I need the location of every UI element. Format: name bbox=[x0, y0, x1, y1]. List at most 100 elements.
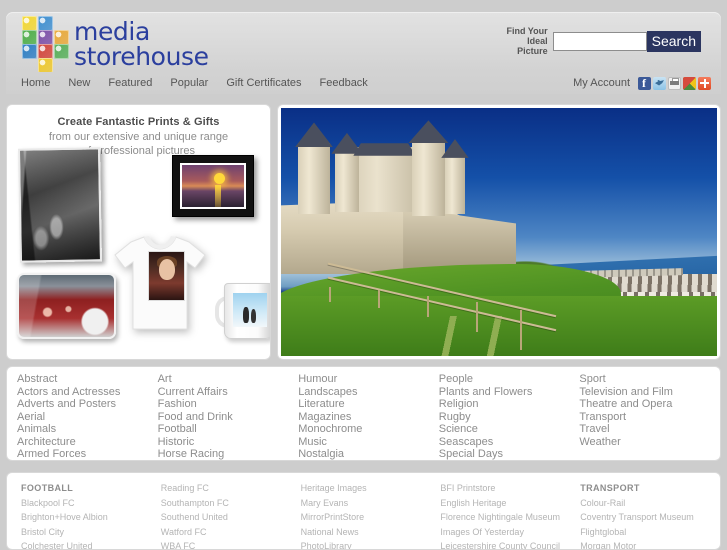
search-input[interactable] bbox=[552, 31, 647, 51]
site-logo[interactable]: media storehouse bbox=[22, 16, 209, 72]
category-link[interactable]: Travel bbox=[579, 423, 720, 436]
category-column: Sport Television and Film Theatre and Oper… bbox=[579, 373, 720, 461]
category-link[interactable]: Actors and Actresses bbox=[17, 386, 158, 399]
partner-link[interactable]: Blackpool FC bbox=[21, 496, 161, 511]
partner-link[interactable]: Southampton FC bbox=[161, 496, 301, 511]
partner-link[interactable]: Images Of Yesterday bbox=[440, 525, 580, 540]
category-link[interactable]: Nostalgia bbox=[298, 448, 439, 461]
partner-link[interactable]: National News bbox=[301, 525, 441, 540]
castle-roof-left bbox=[294, 122, 334, 148]
search-label-line-2: Ideal bbox=[527, 36, 548, 46]
partner-link[interactable]: Mary Evans bbox=[301, 496, 441, 511]
partner-link[interactable]: Florence Nightingale Museum bbox=[440, 510, 580, 525]
partner-link[interactable]: BFI Printstore bbox=[440, 481, 580, 496]
logo-line-1: media bbox=[74, 17, 150, 46]
category-link[interactable]: Historic bbox=[158, 436, 299, 449]
category-link[interactable]: Abstract bbox=[17, 373, 158, 386]
partner-heading: TRANSPORT bbox=[580, 483, 640, 493]
nav-item-feedback[interactable]: Feedback bbox=[311, 77, 377, 89]
logo-tiles-icon bbox=[22, 16, 70, 72]
category-link[interactable]: Adverts and Posters bbox=[17, 398, 158, 411]
category-columns: Abstract Actors and Actresses Adverts and … bbox=[7, 367, 720, 461]
category-link[interactable]: Transport bbox=[579, 411, 720, 424]
category-link[interactable]: Science bbox=[439, 423, 580, 436]
category-link[interactable]: People bbox=[439, 373, 580, 386]
logo-tile bbox=[38, 44, 53, 59]
category-link[interactable]: Music bbox=[298, 436, 439, 449]
nav-item-gift-certificates[interactable]: Gift Certificates bbox=[217, 77, 310, 89]
category-link[interactable]: Armed Forces bbox=[17, 448, 158, 461]
logo-tile bbox=[38, 58, 53, 72]
partner-column: TRANSPORT Colour-Rail Coventry Transport M… bbox=[580, 481, 720, 549]
partner-link[interactable]: Watford FC bbox=[161, 525, 301, 540]
category-link[interactable]: Rugby bbox=[439, 411, 580, 424]
facebook-icon[interactable] bbox=[638, 76, 651, 91]
nav-item-featured[interactable]: Featured bbox=[99, 77, 161, 89]
partner-link[interactable]: Reading FC bbox=[161, 481, 301, 496]
category-link[interactable]: Fashion bbox=[158, 398, 299, 411]
hero-panel[interactable] bbox=[277, 104, 721, 360]
category-link[interactable]: Television and Film bbox=[579, 386, 720, 399]
partner-column: FOOTBALL Blackpool FC Brighton+Hove Albion… bbox=[21, 481, 161, 549]
category-link[interactable]: Aerial bbox=[17, 411, 158, 424]
nav-item-home[interactable]: Home bbox=[12, 77, 59, 89]
category-link[interactable]: Magazines bbox=[298, 411, 439, 424]
partner-link[interactable]: Coventry Transport Museum bbox=[580, 510, 720, 525]
category-link[interactable]: Art bbox=[158, 373, 299, 386]
logo-wordmark: media storehouse bbox=[74, 19, 209, 69]
nav-item-popular[interactable]: Popular bbox=[161, 77, 217, 89]
partner-link[interactable]: Heritage Images bbox=[301, 481, 441, 496]
main-navigation: Home New Featured Popular Gift Certificates F… bbox=[6, 72, 721, 94]
category-link[interactable]: Literature bbox=[298, 398, 439, 411]
category-panel: Abstract Actors and Actresses Adverts and … bbox=[6, 366, 721, 461]
nav-item-new[interactable]: New bbox=[59, 77, 99, 89]
logo-line-2: storehouse bbox=[74, 42, 209, 71]
category-link[interactable]: Horse Racing bbox=[158, 448, 299, 461]
partner-link[interactable]: Bristol City bbox=[21, 525, 161, 540]
logo-tile bbox=[54, 30, 69, 45]
add-this-icon[interactable] bbox=[698, 76, 711, 90]
category-link[interactable]: Plants and Flowers bbox=[439, 386, 580, 399]
category-link[interactable]: Monochrome bbox=[298, 423, 439, 436]
partner-link[interactable]: Flightglobal bbox=[580, 525, 720, 540]
partner-link[interactable]: English Heritage bbox=[440, 496, 580, 511]
castle-roof-right bbox=[408, 120, 449, 144]
google-share-icon[interactable] bbox=[683, 76, 696, 90]
category-link[interactable]: Food and Drink bbox=[158, 411, 299, 424]
castle-tower-left bbox=[298, 143, 330, 215]
partner-link[interactable]: Colour-Rail bbox=[580, 496, 720, 511]
category-link[interactable]: Weather bbox=[579, 436, 720, 449]
page-root: media storehouse Find Your Ideal Picture… bbox=[0, 0, 727, 550]
category-link[interactable]: Seascapes bbox=[439, 436, 580, 449]
search-area: Find Your Ideal Picture Search bbox=[500, 26, 701, 56]
search-label-line-1: Find Your bbox=[506, 26, 548, 36]
tshirt-portrait-print bbox=[148, 251, 185, 301]
category-link[interactable]: Football bbox=[158, 423, 299, 436]
category-link[interactable]: Sport bbox=[579, 373, 720, 386]
wooden-fence bbox=[325, 262, 569, 351]
partner-link[interactable]: Southend United bbox=[161, 510, 301, 525]
mousemat-football-celebration bbox=[17, 273, 116, 339]
search-label-line-3: Picture bbox=[517, 46, 548, 56]
print-icon[interactable] bbox=[668, 76, 681, 90]
search-button[interactable]: Search bbox=[646, 30, 701, 52]
partner-link[interactable]: Brighton+Hove Albion bbox=[21, 510, 161, 525]
logo-tile bbox=[38, 30, 53, 45]
category-link[interactable]: Animals bbox=[17, 423, 158, 436]
category-link[interactable]: Humour bbox=[298, 373, 439, 386]
category-link[interactable]: Special Days bbox=[439, 448, 580, 461]
twitter-icon[interactable] bbox=[653, 76, 666, 90]
partner-link[interactable]: MirrorPrintStore bbox=[301, 510, 441, 525]
category-link[interactable]: Architecture bbox=[17, 436, 158, 449]
category-link[interactable]: Theatre and Opera bbox=[579, 398, 720, 411]
category-link[interactable]: Current Affairs bbox=[158, 386, 299, 399]
logo-tile bbox=[38, 16, 53, 31]
category-link[interactable]: Religion bbox=[439, 398, 580, 411]
promo-panel[interactable]: Create Fantastic Prints & Gifts from our… bbox=[6, 104, 271, 360]
category-column: Humour Landscapes Literature Magazines Monoc… bbox=[298, 373, 439, 461]
my-account-link[interactable]: My Account bbox=[573, 77, 630, 89]
logo-tile bbox=[22, 30, 37, 45]
framed-print-sunset bbox=[172, 155, 254, 217]
promo-title: Create Fantastic Prints & Gifts bbox=[57, 116, 220, 128]
category-link[interactable]: Landscapes bbox=[298, 386, 439, 399]
